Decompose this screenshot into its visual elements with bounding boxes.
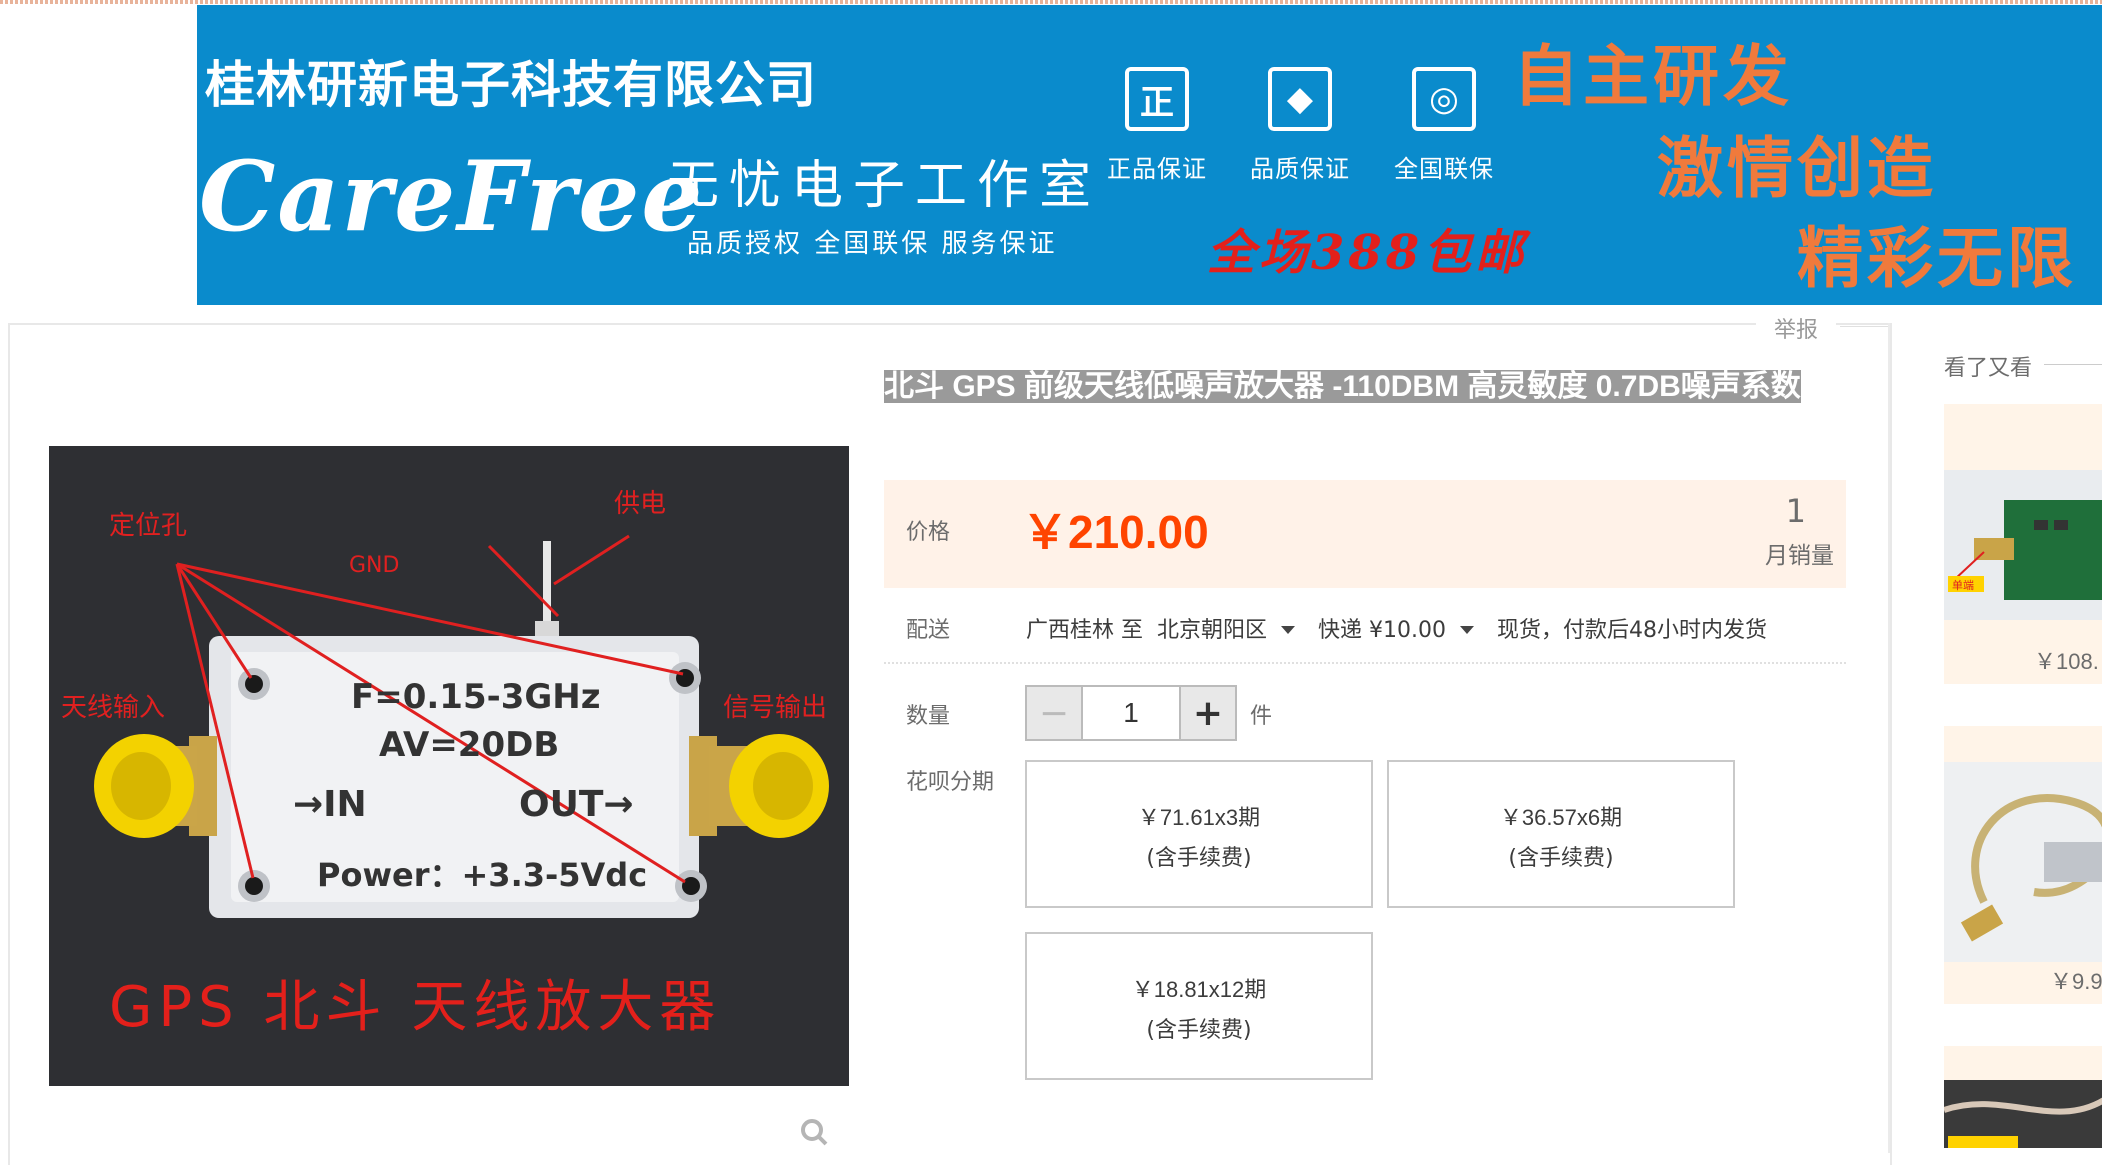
price-panel: 价格 ￥210.00 1 月销量 <box>884 480 1846 588</box>
installment-amount: ￥18.81x12期 <box>1131 977 1267 1002</box>
recommend-item-tag: 单端 <box>1952 579 1974 592</box>
globe-icon: ◎ <box>1412 67 1476 131</box>
product-photo: 定位孔 GND 供电 天线输入 信号输出 F=0.15-3GHz AV=20DB… <box>49 446 849 1086</box>
box-gain: AV=20DB <box>379 725 559 765</box>
monthly-sales-count: 1 <box>1785 492 1806 530</box>
quantity-increase-button[interactable]: + <box>1179 687 1235 739</box>
recommend-title-line <box>2044 364 2102 365</box>
banner-slogan: 激情创造 <box>1657 130 1937 207</box>
quantity-unit: 件 <box>1250 704 1273 729</box>
report-divider <box>1840 326 1890 327</box>
installment-option-6[interactable]: ￥36.57x6期 (含手续费) <box>1387 760 1735 908</box>
recommend-item-image: 单端 <box>1944 470 2102 620</box>
top-divider <box>0 0 2102 4</box>
diamond-icon: ◆ <box>1268 67 1332 131</box>
banner-slogan: 精彩无限 <box>1797 220 2077 297</box>
delivery-destination[interactable]: 北京朝阳区 <box>1157 618 1267 643</box>
anno-gnd: GND <box>349 553 399 578</box>
banner-studio-name: 无忧电子工作室 <box>667 156 1102 216</box>
badge-label: 全国联保 <box>1394 155 1494 183</box>
zoom-icon[interactable] <box>800 1118 828 1146</box>
installment-amount: ￥71.61x3期 <box>1137 805 1261 830</box>
price-label: 价格 <box>906 520 951 545</box>
recommend-item-price: ￥108. <box>2034 649 2099 674</box>
price-value: ￥210.00 <box>1022 506 1209 558</box>
delivery-label: 配送 <box>906 618 951 643</box>
box-power: Power：+3.3-5Vdc <box>317 856 647 894</box>
delivery-details: 广西桂林 至 北京朝阳区 快递 ¥10.00 现货，付款后48小时内发货 <box>1026 612 1767 644</box>
installment-fee: (含手续费) <box>1508 846 1614 871</box>
installment-fee: (含手续费) <box>1146 1018 1252 1043</box>
delivery-note: 现货，付款后48小时内发货 <box>1497 618 1767 643</box>
quantity-decrease-button[interactable]: − <box>1027 687 1083 739</box>
product-title: 北斗 GPS 前级天线低噪声放大器 -110DBM 高灵敏度 0.7DB噪声系数 <box>884 366 1824 408</box>
delivery-from: 广西桂林 至 <box>1026 618 1143 643</box>
anno-power: 供电 <box>614 489 666 519</box>
recommend-item[interactable] <box>1944 1046 2102 1148</box>
installment-option-3[interactable]: ￥71.61x3期 (含手续费) <box>1025 760 1373 908</box>
banner-promo: 全场388包邮 <box>1207 225 1528 281</box>
shop-banner[interactable]: 桂林研新电子科技有限公司 CareFree 无忧电子工作室 品质授权 全国联保 … <box>197 5 2102 305</box>
installment-fee: (含手续费) <box>1146 846 1252 871</box>
recommend-item-price: ￥9.9 <box>2050 969 2102 994</box>
recommend-title: 看了又看 <box>1944 356 2033 381</box>
sidebar-divider <box>1888 323 1890 1153</box>
recommend-item-image <box>1944 762 2102 962</box>
banner-company-name: 桂林研新电子科技有限公司 <box>205 56 817 114</box>
monthly-sales-label: 月销量 <box>1765 543 1834 569</box>
banner-studio-subtitle: 品质授权 全国联保 服务保证 <box>687 229 1058 259</box>
installment-amount: ￥36.57x6期 <box>1499 805 1623 830</box>
anno-holes: 定位孔 <box>109 511 187 541</box>
genuine-icon: 正 <box>1125 67 1189 131</box>
box-freq: F=0.15-3GHz <box>351 677 601 717</box>
product-main-image[interactable]: 定位孔 GND 供电 天线输入 信号输出 F=0.15-3GHz AV=20DB… <box>49 446 849 1086</box>
badge-label: 品质保证 <box>1250 155 1350 183</box>
delivery-row: 配送 广西桂林 至 北京朝阳区 快递 ¥10.00 现货，付款后48小时内发货 <box>884 600 1846 664</box>
express-dropdown-icon[interactable] <box>1460 625 1474 634</box>
report-link[interactable]: 举报 <box>1756 312 1837 344</box>
quantity-input[interactable] <box>1083 687 1179 739</box>
badge-genuine: 正 正品保证 <box>1092 67 1222 184</box>
badge-quality: ◆ 品质保证 <box>1235 67 1365 184</box>
quantity-stepper: − + <box>1025 685 1237 741</box>
destination-dropdown-icon[interactable] <box>1281 625 1296 634</box>
image-caption: GPS 北斗 天线放大器 <box>109 975 721 1040</box>
box-out: OUT→ <box>519 784 634 825</box>
anno-input: 天线输入 <box>61 693 165 723</box>
installment-label: 花呗分期 <box>906 770 995 795</box>
recommend-item[interactable]: ￥9.9 <box>1944 726 2102 1004</box>
installment-option-12[interactable]: ￥18.81x12期 (含手续费) <box>1025 932 1373 1080</box>
anno-output: 信号输出 <box>723 693 827 723</box>
badge-warranty: ◎ 全国联保 <box>1379 67 1509 184</box>
delivery-express[interactable]: 快递 ¥10.00 <box>1318 618 1446 643</box>
recommend-item[interactable]: 单端 ￥108. <box>1944 404 2102 684</box>
product-title-text: 北斗 GPS 前级天线低噪声放大器 -110DBM 高灵敏度 0.7DB噪声系数 <box>884 370 1801 403</box>
recommend-item-image <box>1944 1080 2102 1148</box>
quantity-label: 数量 <box>906 704 951 729</box>
badge-label: 正品保证 <box>1107 155 1207 183</box>
banner-slogan: 自主研发 <box>1513 38 1793 115</box>
box-in: →IN <box>293 784 367 825</box>
banner-logo: CareFree <box>199 140 705 253</box>
